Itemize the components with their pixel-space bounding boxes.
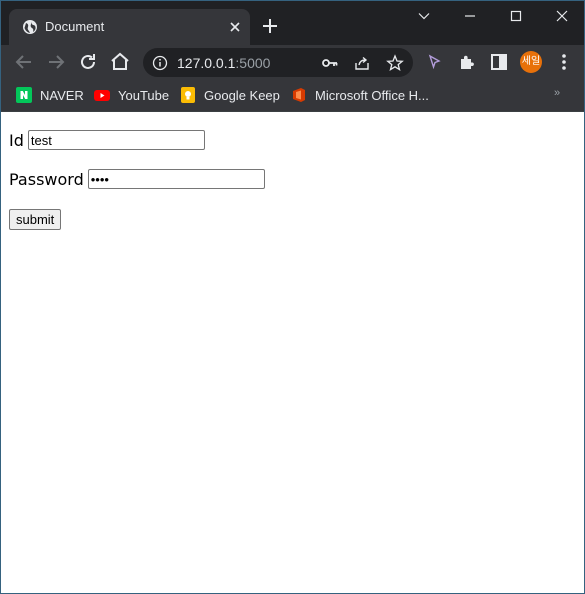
info-icon[interactable] (152, 55, 168, 71)
office-icon (293, 88, 305, 102)
home-icon[interactable] (108, 50, 132, 74)
address-bar[interactable]: 127.0.0.1:5000 (143, 48, 413, 77)
page-content: Id Password submit (1, 112, 584, 593)
browser-window: Document 127.0.0.1:5000 세일 NAVER YouTube… (0, 0, 585, 594)
tab-document[interactable]: Document (9, 9, 250, 45)
naver-icon (16, 87, 32, 103)
bookmark-google-keep[interactable]: Google Keep (180, 86, 280, 104)
chevron-down-icon (418, 13, 430, 20)
tab-strip: Document (1, 1, 584, 45)
close-icon (556, 10, 568, 22)
url-host: 127.0.0.1 (177, 55, 236, 71)
new-tab-icon[interactable] (260, 16, 280, 36)
minimize-button[interactable] (447, 1, 493, 33)
bookmarks-overflow-button[interactable]: » (554, 87, 560, 99)
url-text: 127.0.0.1:5000 (177, 55, 270, 71)
id-input[interactable] (27, 130, 205, 150)
id-label: Id (9, 130, 24, 150)
bookmark-label: Google Keep (204, 87, 280, 103)
more-options-icon[interactable] (552, 50, 576, 74)
bookmark-label: YouTube (118, 87, 170, 103)
maximize-button[interactable] (493, 1, 539, 33)
share-icon[interactable] (353, 54, 371, 72)
password-label: Password (9, 169, 84, 189)
maximize-icon (510, 10, 522, 22)
id-row: Id (9, 130, 205, 150)
bookmark-label: NAVER (40, 87, 84, 103)
google-keep-icon (181, 87, 195, 103)
password-input[interactable] (87, 169, 265, 189)
bookmark-naver[interactable]: NAVER (16, 86, 84, 104)
url-port: :5000 (235, 55, 271, 71)
star-icon[interactable] (386, 54, 404, 72)
bookmark-youtube[interactable]: YouTube (94, 86, 169, 104)
password-row: Password (9, 169, 265, 189)
bookmark-microsoft-office[interactable]: Microsoft Office H... (291, 86, 429, 104)
reload-icon[interactable] (76, 50, 100, 74)
puzzle-extensions-icon[interactable] (455, 50, 479, 74)
close-window-button[interactable] (539, 1, 584, 33)
back-arrow-icon[interactable] (12, 50, 36, 74)
toolbar: 127.0.0.1:5000 (1, 45, 584, 80)
minimize-icon (465, 15, 475, 17)
cursor-extension-icon[interactable] (422, 50, 446, 74)
youtube-icon (94, 90, 110, 101)
profile-avatar[interactable]: 세일 (520, 51, 542, 73)
forward-arrow-icon[interactable] (44, 50, 68, 74)
globe-icon (23, 20, 37, 34)
key-icon[interactable] (321, 54, 339, 72)
bookmarks-bar: NAVER YouTube Google Keep Microsoft Offi… (1, 80, 584, 112)
tab-search-button[interactable] (401, 1, 447, 33)
tab-title: Document (45, 19, 105, 34)
close-icon[interactable] (226, 18, 244, 36)
submit-button[interactable]: submit (9, 209, 62, 230)
side-panel-icon[interactable] (487, 50, 511, 74)
bookmark-label: Microsoft Office H... (315, 87, 429, 103)
